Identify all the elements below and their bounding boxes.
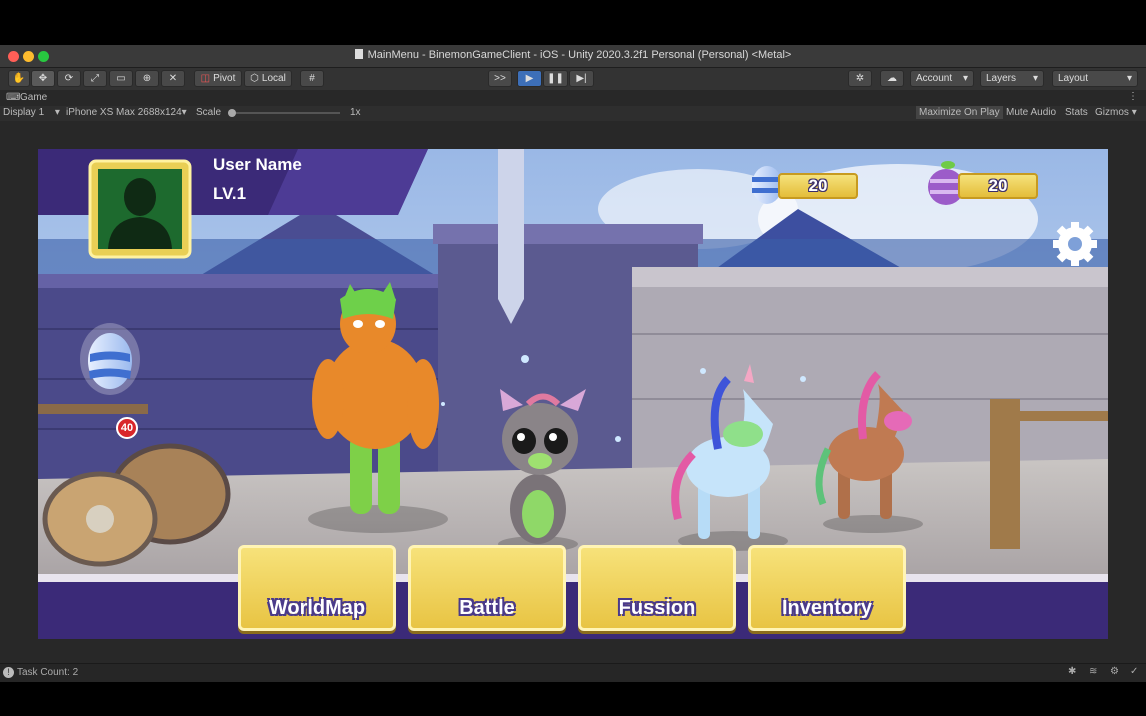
info-icon[interactable]: ! xyxy=(3,667,14,678)
dropdown-arrow-icon: ▾ xyxy=(1126,73,1132,84)
scale-label: Scale xyxy=(196,107,222,118)
resolution-dropdown[interactable]: iPhone XS Max 2688x124▾ xyxy=(66,107,187,118)
step-button[interactable]: ▶| xyxy=(569,70,594,87)
move-icon: ✥ xyxy=(38,73,48,84)
scale-tool-button[interactable]: ⤢ xyxy=(83,70,107,87)
rect-tool-button[interactable]: ▭ xyxy=(109,70,133,87)
scene-file-icon xyxy=(354,49,363,59)
settings-gear-icon[interactable] xyxy=(1053,222,1097,266)
collab-button[interactable]: >> xyxy=(488,70,512,87)
fruit-counter: 20 xyxy=(958,173,1038,199)
game-view-tab[interactable]: ⌨ Game ⋮ xyxy=(0,91,1146,105)
user-level-label: LV.1 xyxy=(213,184,247,203)
banner xyxy=(498,149,524,299)
play-icon: ▶ xyxy=(525,73,534,84)
inventory-button[interactable]: Inventory xyxy=(748,545,906,631)
move-tool-button[interactable]: ✥ xyxy=(31,70,55,87)
window-title: MainMenu - BinemonGameClient - iOS - Uni… xyxy=(0,49,1146,61)
bug-icon[interactable]: ✱ xyxy=(1068,666,1076,677)
dropdown-arrow-icon: ▾ xyxy=(54,107,60,118)
pause-button[interactable]: ❚❚ xyxy=(543,70,568,87)
cloud-button[interactable]: ☁ xyxy=(880,70,904,87)
title-bar: MainMenu - BinemonGameClient - iOS - Uni… xyxy=(0,45,1146,68)
pivot-toggle[interactable]: ◫ Pivot xyxy=(194,70,242,87)
fence-post xyxy=(990,399,1020,549)
hatch-egg-icon[interactable] xyxy=(80,323,140,395)
settings-status-icon[interactable]: ⚙ xyxy=(1110,666,1119,677)
gamepad-icon: ⌨ xyxy=(6,92,21,103)
maximize-on-play-toggle[interactable]: Maximize On Play xyxy=(916,106,1003,119)
services-button[interactable]: ✲ xyxy=(848,70,872,87)
dropdown-arrow-icon: ▾ xyxy=(962,73,968,84)
sparkle-icon: ✲ xyxy=(855,73,865,84)
main-toolbar: ✋ ✥ ⟳ ⤢ ▭ ⊕ ✕ ◫ Pivot ⬡ Local # >> ▶ ❚❚ ▶|… xyxy=(0,68,1146,90)
pause-icon: ❚❚ xyxy=(547,73,564,84)
unity-editor-window: MainMenu - BinemonGameClient - iOS - Uni… xyxy=(0,45,1146,682)
hand-tool-button[interactable]: ✋ xyxy=(8,70,30,87)
fussion-button[interactable]: Fussion xyxy=(578,545,736,631)
more-options-icon[interactable]: ⋮ xyxy=(1128,91,1138,102)
scale-slider-thumb[interactable] xyxy=(228,109,236,117)
game-view-controls: Display 1 ▾ iPhone XS Max 2688x124▾ Scal… xyxy=(0,106,1146,121)
game-scene xyxy=(38,149,1108,639)
rotate-tool-button[interactable]: ⟳ xyxy=(57,70,81,87)
worldmap-button[interactable]: WorldMap xyxy=(238,545,396,631)
game-viewport[interactable]: User Name LV.1 20 20 40 WorldMap Battle … xyxy=(38,149,1108,639)
gizmos-dropdown[interactable]: Gizmos ▾ xyxy=(1095,107,1137,118)
bottom-menu-band xyxy=(38,579,1108,639)
layers-status-icon[interactable]: ≋ xyxy=(1089,666,1097,677)
scale-slider[interactable] xyxy=(228,109,340,117)
display-dropdown[interactable]: Display 1 ▾ xyxy=(3,107,60,118)
local-icon: ⬡ xyxy=(250,73,259,84)
play-button[interactable]: ▶ xyxy=(517,70,542,87)
egg-counter: 20 xyxy=(778,173,858,199)
grid-snap-button[interactable]: # xyxy=(300,70,324,87)
game-tab-label: Game xyxy=(20,92,48,103)
scale-value: 1x xyxy=(350,107,361,118)
mute-audio-toggle[interactable]: Mute Audio xyxy=(1006,107,1056,118)
step-icon: ▶| xyxy=(576,73,587,84)
transform-tool-button[interactable]: ⊕ xyxy=(135,70,159,87)
tools-icon: ✕ xyxy=(168,73,178,84)
rect-icon: ▭ xyxy=(116,73,126,84)
local-toggle[interactable]: ⬡ Local xyxy=(244,70,292,87)
egg-count-badge: 40 xyxy=(116,417,138,439)
dropdown-arrow-icon: ▾ xyxy=(1131,107,1137,118)
cloud-icon: ☁ xyxy=(887,73,897,84)
scale-icon: ⤢ xyxy=(91,73,99,84)
task-count-label: Task Count: 2 xyxy=(17,667,79,678)
custom-tool-button[interactable]: ✕ xyxy=(161,70,185,87)
user-name-label: User Name xyxy=(213,155,302,174)
dropdown-arrow-icon: ▾ xyxy=(1032,73,1038,84)
account-dropdown[interactable]: Account ▾ xyxy=(910,70,974,87)
battle-button[interactable]: Battle xyxy=(408,545,566,631)
transform-icon: ⊕ xyxy=(142,73,152,84)
hand-icon: ✋ xyxy=(12,73,26,84)
pivot-icon: ◫ xyxy=(200,73,211,84)
check-icon[interactable]: ✓ xyxy=(1130,666,1138,677)
dropdown-arrow-icon: ▾ xyxy=(181,107,187,118)
rotate-icon: ⟳ xyxy=(64,73,74,84)
grid-icon: # xyxy=(309,73,315,84)
layers-dropdown[interactable]: Layers ▾ xyxy=(980,70,1044,87)
layout-dropdown[interactable]: Layout ▾ xyxy=(1052,70,1138,87)
status-bar: ! Task Count: 2 ✱ ≋ ⚙ ✓ xyxy=(0,663,1146,682)
stats-toggle[interactable]: Stats xyxy=(1065,107,1088,118)
